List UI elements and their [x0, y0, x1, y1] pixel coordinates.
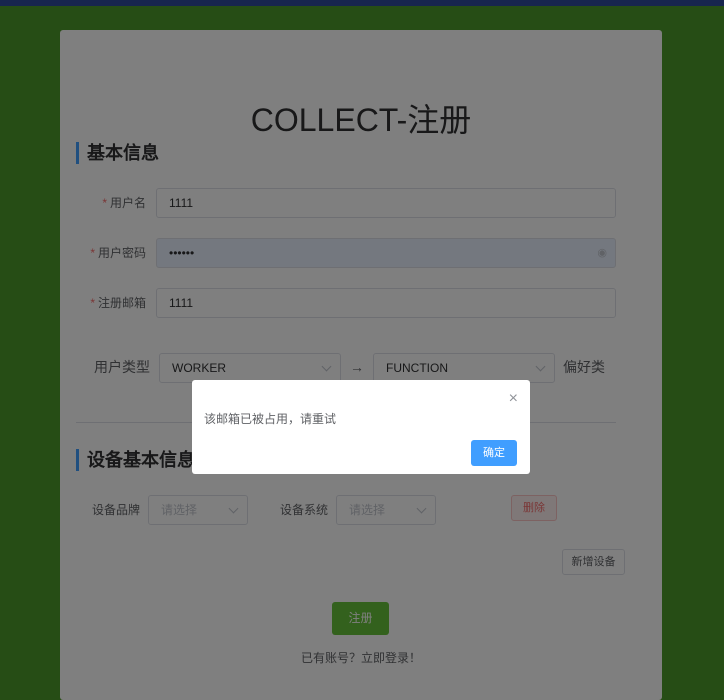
- confirm-button[interactable]: 确定: [471, 440, 517, 466]
- message-dialog: × 该邮箱已被占用，请重试 确定: [192, 380, 530, 474]
- dialog-message: 该邮箱已被占用，请重试: [204, 412, 337, 426]
- close-icon[interactable]: ×: [509, 390, 518, 408]
- modal-overlay: [0, 0, 724, 700]
